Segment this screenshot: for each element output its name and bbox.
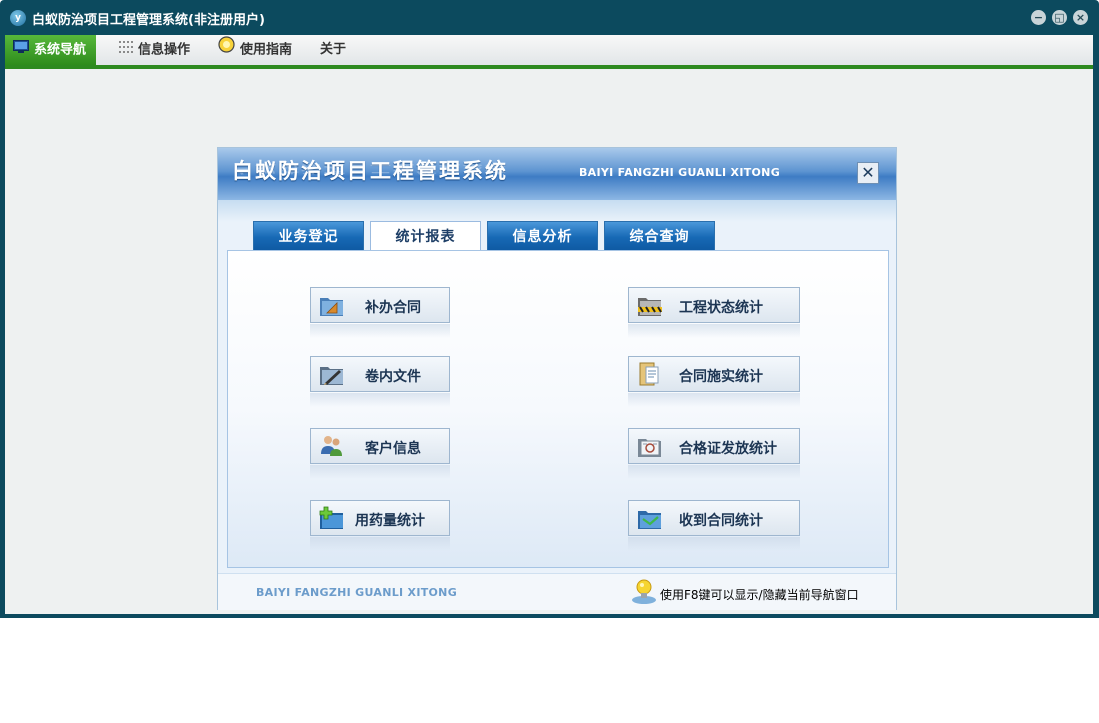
- folder-triangle-icon: [319, 293, 345, 317]
- panel-title-reflection: 白蚁防治项目工程管理系统: [232, 163, 508, 175]
- menu-user-guide[interactable]: 使用指南: [218, 35, 292, 65]
- footer-brand-text: BAIYI FANGZHI GUANLI XITONG: [256, 586, 458, 599]
- panel-header-glow: [218, 200, 896, 222]
- menu-label: 关于: [320, 42, 347, 57]
- menu-system-navigation[interactable]: 系统导航: [5, 35, 97, 65]
- contract-implementation-statistics-button[interactable]: 合同施实统计: [628, 356, 800, 392]
- folder-received-icon: [637, 506, 663, 530]
- document-folder-icon: [637, 362, 663, 386]
- panel-header: 白蚁防治项目工程管理系统 白蚁防治项目工程管理系统 BAIYI FANGZHI …: [218, 148, 896, 200]
- menu-info-operations[interactable]: 信息操作: [119, 35, 190, 65]
- certificate-icon: [637, 434, 663, 458]
- minimize-button[interactable]: −: [1031, 10, 1046, 25]
- panel-footer: BAIYI FANGZHI GUANLI XITONG 使用F8键可以显示/隐藏…: [218, 573, 896, 610]
- button-label: 补办合同: [365, 300, 421, 316]
- supplement-contract-button[interactable]: 补办合同: [310, 287, 450, 323]
- file-contents-button[interactable]: 卷内文件: [310, 356, 450, 392]
- tab-business-registration[interactable]: 业务登记: [253, 221, 364, 251]
- title-bar: y 白蚁防治项目工程管理系统(非注册用户) − ◱ ×: [0, 0, 1099, 35]
- lightbulb-icon: [631, 578, 657, 606]
- folder-add-icon: [319, 506, 345, 530]
- button-reflection: [628, 393, 800, 407]
- restore-button[interactable]: ◱: [1052, 10, 1067, 25]
- menu-label: 信息操作: [138, 42, 191, 58]
- users-icon: [319, 434, 345, 458]
- grid-icon: [119, 35, 133, 65]
- project-status-statistics-button[interactable]: 工程状态统计: [628, 287, 800, 323]
- folder-tape-icon: [637, 293, 663, 317]
- menu-label: 系统导航: [34, 42, 87, 58]
- button-reflection: [628, 324, 800, 338]
- button-reflection: [310, 537, 450, 551]
- window-title: 白蚁防治项目工程管理系统(非注册用户): [32, 13, 265, 28]
- button-label: 收到合同统计: [679, 513, 763, 529]
- menu-bar: 系统导航 信息操作 使用指南 关于: [5, 35, 1093, 65]
- close-button[interactable]: ×: [1073, 10, 1088, 25]
- button-label: 合同施实统计: [679, 369, 763, 385]
- button-label: 工程状态统计: [679, 300, 763, 316]
- tab-statistics-reports[interactable]: 统计报表: [370, 221, 481, 252]
- monitor-icon: [13, 35, 29, 65]
- received-contracts-statistics-button[interactable]: 收到合同统计: [628, 500, 800, 536]
- panel-subtitle: BAIYI FANGZHI GUANLI XITONG: [579, 166, 781, 179]
- tab-info-analysis[interactable]: 信息分析: [487, 221, 598, 251]
- button-label: 用药量统计: [355, 513, 425, 529]
- button-reflection: [628, 537, 800, 551]
- bulb-circle-icon: [218, 35, 235, 65]
- button-label: 合格证发放统计: [679, 441, 777, 457]
- button-reflection: [310, 393, 450, 407]
- menu-about[interactable]: 关于: [320, 35, 346, 65]
- customer-info-button[interactable]: 客户信息: [310, 428, 450, 464]
- tab-general-query[interactable]: 综合查询: [604, 221, 715, 251]
- footer-hint-text: 使用F8键可以显示/隐藏当前导航窗口: [660, 588, 859, 602]
- button-reflection: [310, 465, 450, 479]
- panel-close-button[interactable]: ✕: [857, 162, 879, 184]
- app-logo-icon: y: [10, 10, 26, 26]
- navigation-panel: 白蚁防治项目工程管理系统 白蚁防治项目工程管理系统 BAIYI FANGZHI …: [218, 148, 896, 610]
- menu-label: 使用指南: [240, 42, 293, 58]
- button-label: 卷内文件: [365, 369, 421, 385]
- certificate-issuance-statistics-button[interactable]: 合格证发放统计: [628, 428, 800, 464]
- button-label: 客户信息: [365, 441, 421, 457]
- button-reflection: [628, 465, 800, 479]
- folder-pen-icon: [319, 362, 345, 386]
- button-reflection: [310, 324, 450, 338]
- pesticide-usage-statistics-button[interactable]: 用药量统计: [310, 500, 450, 536]
